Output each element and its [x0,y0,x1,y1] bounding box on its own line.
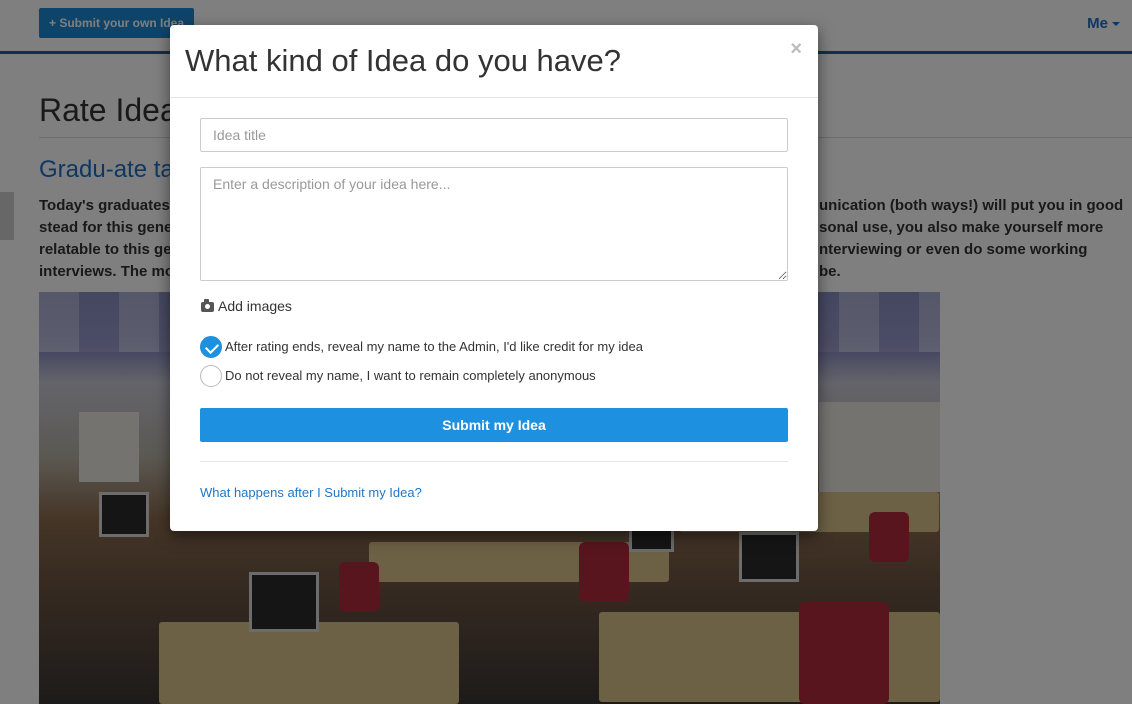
unchecked-radio-icon[interactable] [200,365,222,387]
modal-header: What kind of Idea do you have? × [170,25,818,98]
idea-description-textarea[interactable] [200,167,788,281]
checked-radio-icon[interactable] [200,336,222,358]
add-images-button[interactable]: Add images [201,298,292,314]
reveal-name-label: After rating ends, reveal my name to the… [225,339,643,354]
submit-idea-button[interactable]: Submit my Idea [200,408,788,442]
camera-icon [201,299,214,312]
close-icon[interactable]: × [790,39,802,59]
idea-modal: What kind of Idea do you have? × Add ima… [170,25,818,531]
what-happens-link[interactable]: What happens after I Submit my Idea? [200,485,422,500]
idea-title-input[interactable] [200,118,788,152]
modal-divider [200,461,788,462]
add-images-label: Add images [218,298,292,314]
anonymous-label: Do not reveal my name, I want to remain … [225,368,596,383]
modal-title: What kind of Idea do you have? [185,43,622,78]
